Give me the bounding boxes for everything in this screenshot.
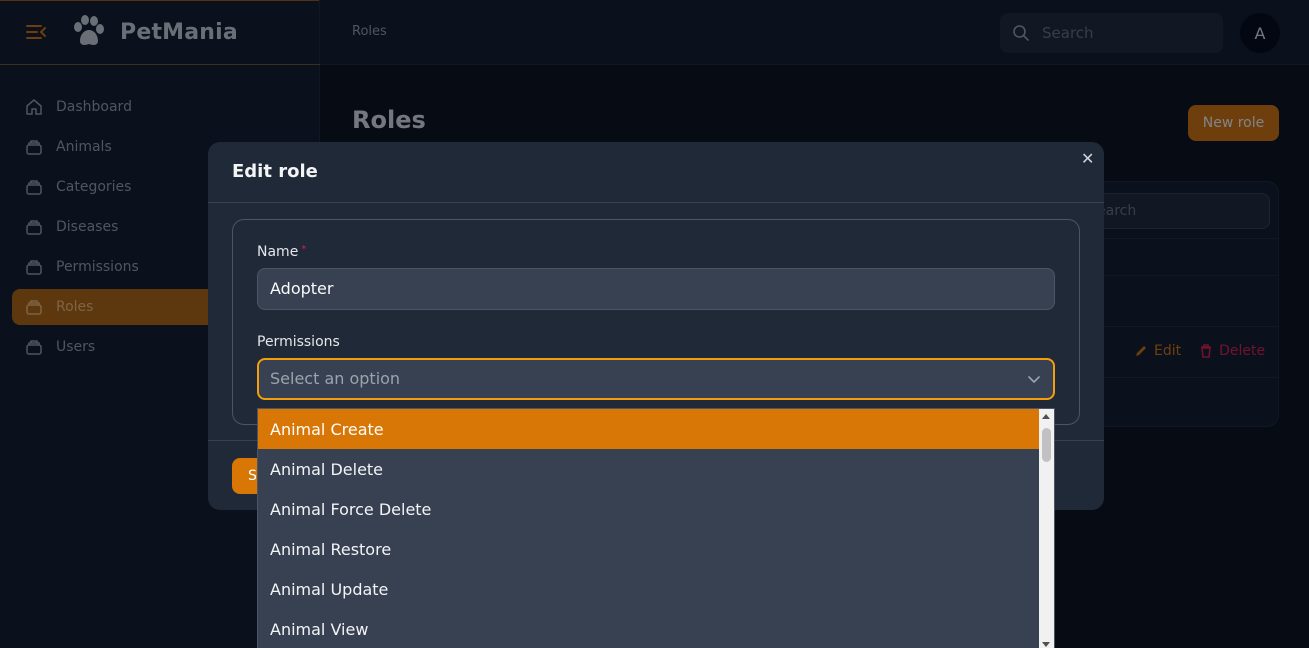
option-animal-view[interactable]: Animal View	[258, 609, 1040, 648]
chevron-down-icon	[1028, 376, 1040, 384]
scroll-thumb[interactable]	[1042, 428, 1051, 462]
required-mark: *	[301, 244, 307, 255]
name-label-text: Name	[257, 244, 299, 260]
permissions-select[interactable]: Select an option	[257, 358, 1055, 400]
option-animal-restore[interactable]: Animal Restore	[258, 529, 1040, 569]
close-icon[interactable]: ✕	[1081, 149, 1094, 168]
scroll-up-icon[interactable]	[1042, 414, 1050, 419]
option-animal-force-delete[interactable]: Animal Force Delete	[258, 489, 1040, 529]
permissions-label: Permissions	[257, 334, 340, 350]
scroll-down-icon[interactable]	[1042, 642, 1050, 647]
name-label: Name *	[257, 244, 306, 260]
permissions-dropdown: Animal Create Animal Delete Animal Force…	[257, 408, 1055, 648]
option-animal-update[interactable]: Animal Update	[258, 569, 1040, 609]
modal-title: Edit role	[232, 161, 318, 182]
permissions-placeholder: Select an option	[270, 369, 401, 388]
dropdown-scrollbar[interactable]	[1039, 409, 1054, 648]
role-name-input[interactable]: Adopter	[257, 268, 1055, 310]
option-animal-create[interactable]: Animal Create	[258, 409, 1040, 449]
option-animal-delete[interactable]: Animal Delete	[258, 449, 1040, 489]
